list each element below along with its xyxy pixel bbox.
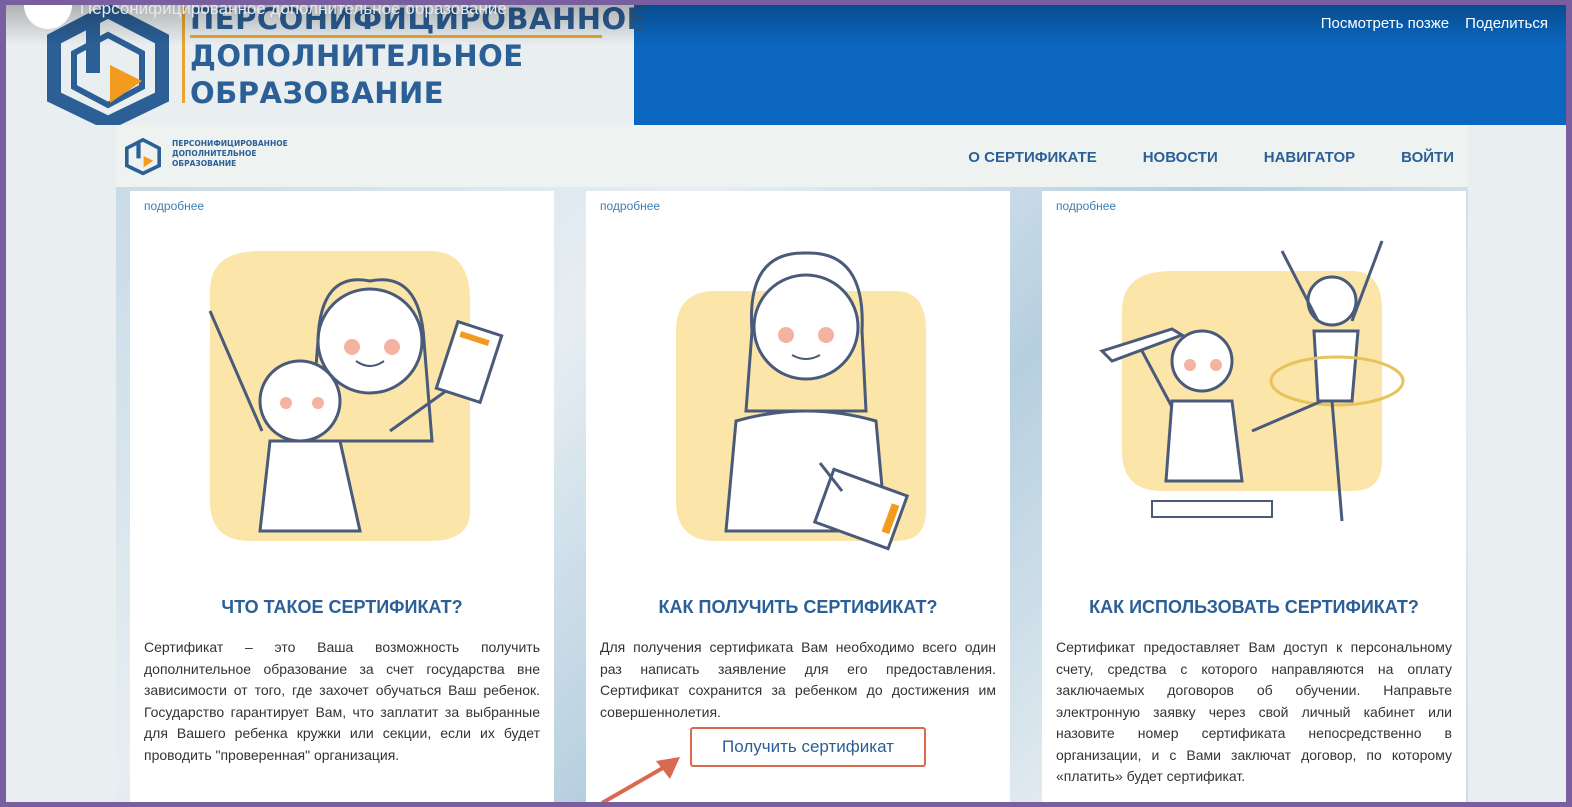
website-screenshot: ПЕРСОНИФИЦИРОВАННОЕ ДОПОЛНИТЕЛЬНОЕ ОБРАЗ… — [116, 125, 1468, 802]
video-actions: Посмотреть позже Поделиться — [1321, 15, 1548, 32]
site-logo-text: ПЕРСОНИФИЦИРОВАННОЕ ДОПОЛНИТЕЛЬНОЕ ОБРАЗ… — [172, 139, 288, 169]
brand-line-3: ОБРАЗОВАНИЕ — [190, 76, 445, 110]
more-link[interactable]: подробнее — [1056, 199, 1116, 213]
nav-news[interactable]: НОВОСТИ — [1143, 149, 1218, 166]
watch-later-button[interactable]: Посмотреть позже — [1321, 15, 1449, 32]
share-button[interactable]: Поделиться — [1465, 15, 1548, 32]
card-what-is-certificate: подробнее ЧТО ТАКОЕ СЕРТИФИКАТ? Сертифик… — [130, 191, 554, 802]
mother-child-illustration — [208, 251, 504, 541]
card-how-to-get-certificate: подробнее КАК ПОЛУЧИТЬ СЕРТИФИКАТ? Для п… — [586, 191, 1010, 802]
site-logo-line-2: ДОПОЛНИТЕЛЬНОЕ — [172, 149, 257, 158]
video-player[interactable]: ПЕРСОНИФИЦИРОВАННОЕ ДОПОЛНИТЕЛЬНОЕ ОБРАЗ… — [6, 5, 1566, 802]
nav-navigator[interactable]: НАВИГАТОР — [1264, 149, 1355, 166]
card-how-to-use-certificate: подробнее КАК ИСПОЛЬЗОВАТЬ СЕРТИФИКАТ? С… — [1042, 191, 1466, 802]
card-description: Для получения сертификата Вам необходимо… — [600, 639, 996, 720]
site-logo-line-3: ОБРАЗОВАНИЕ — [172, 159, 237, 168]
card-description: Сертификат – это Ваша возможность получи… — [144, 639, 540, 763]
more-link[interactable]: подробнее — [144, 199, 204, 213]
children-hobbies-illustration — [1099, 240, 1405, 522]
video-title[interactable]: Персонифицированное дополнительное образ… — [80, 5, 507, 19]
site-navbar: ПЕРСОНИФИЦИРОВАННОЕ ДОПОЛНИТЕЛЬНОЕ ОБРАЗ… — [116, 125, 1468, 187]
more-link[interactable]: подробнее — [600, 199, 660, 213]
site-logo-line-1: ПЕРСОНИФИЦИРОВАННОЕ — [172, 139, 288, 148]
site-nav: О СЕРТИФИКАТЕ НОВОСТИ НАВИГАТОР ВОЙТИ — [968, 149, 1454, 166]
card-title: ЧТО ТАКОЕ СЕРТИФИКАТ? — [221, 597, 463, 617]
nav-about-certificate[interactable]: О СЕРТИФИКАТЕ — [968, 149, 1096, 166]
site-logo-icon[interactable] — [122, 135, 164, 177]
card-description: Сертификат предоставляет Вам доступ к пе… — [1056, 639, 1452, 784]
get-certificate-button[interactable]: Получить сертификат — [690, 727, 926, 767]
arrow-pointer-icon — [601, 757, 680, 802]
card-title: КАК ИСПОЛЬЗОВАТЬ СЕРТИФИКАТ? — [1089, 597, 1419, 617]
card-title: КАК ПОЛУЧИТЬ СЕРТИФИКАТ? — [658, 597, 938, 617]
mother-writing-illustration — [676, 251, 926, 551]
nav-login[interactable]: ВОЙТИ — [1401, 149, 1454, 166]
